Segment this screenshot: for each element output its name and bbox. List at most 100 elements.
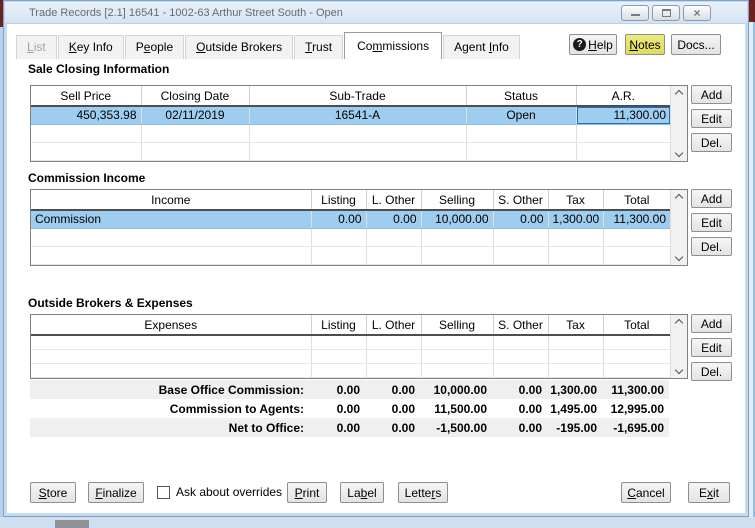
tab-list: List bbox=[16, 35, 57, 59]
docs-label: Docs... bbox=[677, 37, 715, 52]
window-title: Trade Records [2.1] 16541 - 1002-63 Arth… bbox=[29, 6, 343, 19]
table-row[interactable] bbox=[31, 246, 670, 265]
column-header[interactable]: S. Other bbox=[493, 315, 549, 336]
column-header[interactable]: Total bbox=[603, 315, 670, 336]
totals-row-commission-to-agents: Commission to Agents: 0.00 0.00 11,500.0… bbox=[30, 399, 669, 418]
close-icon: × bbox=[693, 6, 701, 20]
column-header[interactable]: Tax bbox=[548, 315, 604, 336]
ask-about-overrides-checkbox[interactable] bbox=[157, 486, 170, 499]
title-bar[interactable]: Trade Records [2.1] 16541 - 1002-63 Arth… bbox=[5, 2, 747, 24]
column-header[interactable]: Total bbox=[603, 190, 670, 211]
ar-cell: 11,300.00 bbox=[576, 106, 670, 125]
window-controls: × bbox=[621, 5, 711, 21]
docs-button[interactable]: Docs... bbox=[671, 34, 721, 55]
outside-brokers-section-title: Outside Brokers & Expenses bbox=[28, 296, 193, 310]
closing-date-cell: 02/11/2019 bbox=[141, 106, 250, 125]
sale-closing-row-selected[interactable]: 450,353.98 02/11/2019 16541-A Open 11,30… bbox=[31, 106, 670, 125]
column-header[interactable]: Selling bbox=[421, 190, 494, 211]
letters-button[interactable]: Letters bbox=[398, 482, 448, 503]
commission-income-row-selected[interactable]: Commission 0.00 0.00 10,000.00 0.00 1,30… bbox=[31, 210, 670, 229]
sub-trade-cell: 16541-A bbox=[249, 106, 467, 125]
status-cell: Open bbox=[466, 106, 577, 125]
parent-window-bottom-edge bbox=[0, 517, 755, 528]
help-icon: ? bbox=[573, 38, 587, 51]
column-header[interactable]: L. Other bbox=[366, 190, 422, 211]
outside-brokers-del-button[interactable]: Del. bbox=[691, 362, 732, 381]
outside-brokers-edit-button[interactable]: Edit bbox=[691, 338, 732, 357]
tab-agent-info[interactable]: Agent Info bbox=[443, 35, 520, 59]
scroll-up-icon[interactable] bbox=[674, 318, 684, 328]
close-button[interactable]: × bbox=[683, 5, 711, 21]
minimize-icon bbox=[630, 13, 640, 16]
maximize-button[interactable] bbox=[652, 5, 680, 21]
cancel-button[interactable]: Cancel bbox=[621, 482, 671, 503]
exit-button[interactable]: Exit bbox=[688, 482, 730, 503]
label-button[interactable]: Label bbox=[340, 482, 384, 503]
commission-income-table: Income Listing L. Other Selling S. Other… bbox=[30, 189, 688, 266]
scroll-down-icon[interactable] bbox=[674, 252, 684, 261]
column-header[interactable]: Expenses bbox=[31, 315, 312, 336]
column-header[interactable]: Tax bbox=[548, 190, 604, 211]
tab-outside-brokers[interactable]: Outside Brokers bbox=[185, 35, 294, 59]
column-header[interactable]: L. Other bbox=[366, 315, 422, 336]
column-header[interactable]: Sub-Trade bbox=[249, 86, 467, 107]
l-other-cell: 0.00 bbox=[366, 210, 422, 229]
sale-closing-section-title: Sale Closing Information bbox=[28, 62, 170, 76]
scrollbar[interactable] bbox=[670, 86, 687, 161]
notes-button[interactable]: Notes bbox=[625, 34, 665, 55]
column-header[interactable]: Sell Price bbox=[31, 86, 142, 107]
column-header[interactable]: Listing bbox=[311, 190, 367, 211]
help-label: Help bbox=[588, 37, 613, 52]
print-button[interactable]: Print bbox=[287, 482, 327, 503]
table-row[interactable] bbox=[31, 142, 670, 161]
scroll-down-icon[interactable] bbox=[674, 148, 684, 157]
minimize-button[interactable] bbox=[621, 5, 649, 21]
store-button[interactable]: Store bbox=[30, 482, 76, 503]
totals-label: Base Office Commission: bbox=[158, 382, 304, 397]
outside-brokers-add-button[interactable]: Add bbox=[691, 314, 732, 333]
selling-cell: 10,000.00 bbox=[421, 210, 494, 229]
commission-income-add-button[interactable]: Add bbox=[691, 189, 732, 208]
table-row[interactable] bbox=[31, 349, 670, 364]
tax-cell: 1,300.00 bbox=[548, 210, 604, 229]
finalize-button[interactable]: Finalize bbox=[88, 482, 144, 503]
scrollbar[interactable] bbox=[670, 315, 687, 378]
notes-label: Notes bbox=[629, 37, 661, 52]
outside-brokers-table: Expenses Listing L. Other Selling S. Oth… bbox=[30, 314, 688, 379]
column-header[interactable]: Status bbox=[466, 86, 577, 107]
commission-income-section-title: Commission Income bbox=[28, 171, 146, 185]
scroll-down-icon[interactable] bbox=[674, 365, 684, 374]
tab-key-info[interactable]: Key Info bbox=[57, 35, 124, 59]
s-other-cell: 0.00 bbox=[493, 210, 549, 229]
commission-income-edit-button[interactable]: Edit bbox=[691, 213, 732, 232]
total-cell: 11,300.00 bbox=[603, 210, 670, 229]
totals-row-net-to-office: Net to Office: 0.00 0.00 -1,500.00 0.00 … bbox=[30, 418, 669, 437]
commission-income-header-row: Income Listing L. Other Selling S. Other… bbox=[31, 190, 670, 211]
income-cell: Commission bbox=[31, 210, 312, 229]
scrollbar[interactable] bbox=[670, 190, 687, 265]
sale-closing-edit-button[interactable]: Edit bbox=[691, 109, 732, 128]
column-header[interactable]: Selling bbox=[421, 315, 494, 336]
scroll-up-icon[interactable] bbox=[674, 193, 684, 203]
table-row[interactable] bbox=[31, 335, 670, 350]
commission-totals: Base Office Commission: 0.00 0.00 10,000… bbox=[30, 380, 669, 437]
parent-window-close-sliver bbox=[748, 0, 755, 22]
column-header[interactable]: Listing bbox=[311, 315, 367, 336]
trade-records-window: Trade Records [2.1] 16541 - 1002-63 Arth… bbox=[3, 0, 749, 517]
sale-closing-table: Sell Price Closing Date Sub-Trade Status… bbox=[30, 85, 688, 162]
table-row[interactable] bbox=[31, 124, 670, 143]
sale-closing-del-button[interactable]: Del. bbox=[691, 133, 732, 152]
column-header[interactable]: Closing Date bbox=[141, 86, 250, 107]
table-row[interactable] bbox=[31, 228, 670, 247]
sale-closing-add-button[interactable]: Add bbox=[691, 85, 732, 104]
table-row[interactable] bbox=[31, 363, 670, 378]
help-button[interactable]: ? Help bbox=[569, 34, 617, 55]
scroll-up-icon[interactable] bbox=[674, 89, 684, 99]
tab-trust[interactable]: Trust bbox=[294, 35, 344, 59]
commission-income-del-button[interactable]: Del. bbox=[691, 237, 732, 256]
tab-commissions[interactable]: Commissions bbox=[344, 32, 443, 59]
column-header[interactable]: A.R. bbox=[576, 86, 670, 107]
column-header[interactable]: S. Other bbox=[493, 190, 549, 211]
tab-people[interactable]: People bbox=[124, 35, 185, 59]
column-header[interactable]: Income bbox=[31, 190, 312, 211]
